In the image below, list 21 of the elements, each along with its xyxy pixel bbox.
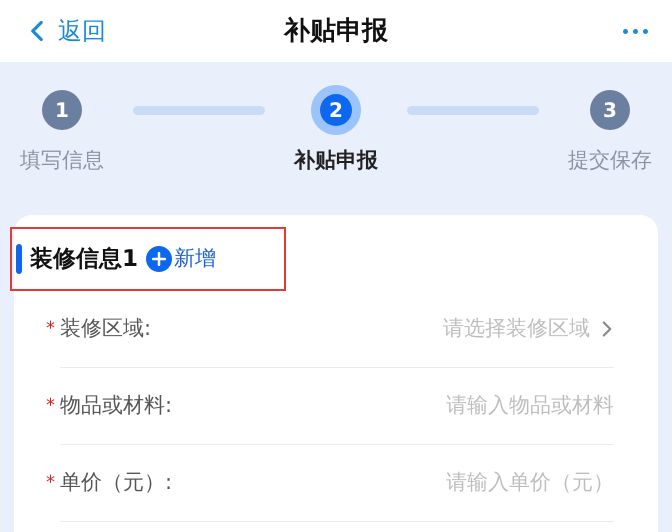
field-label: 物品或材料: (60, 392, 172, 420)
section-title: 装修信息1 (30, 244, 138, 274)
required-mark: * (46, 471, 55, 495)
input-field[interactable]: 请输入物品或材料 (314, 390, 614, 422)
plus-icon (146, 246, 172, 272)
step-marker: 1 (42, 90, 82, 130)
step-marker: 2 (311, 85, 361, 135)
step-label: 提交保存 (568, 147, 652, 174)
add-button[interactable]: 新增 (146, 243, 216, 275)
step-label: 补贴申报 (294, 147, 378, 174)
step-label: 填写信息 (20, 147, 104, 174)
field-label: 装修区域: (60, 315, 152, 342)
page-title: 补贴申报 (284, 14, 388, 48)
step-marker: 3 (590, 90, 630, 130)
required-mark: * (46, 394, 55, 418)
back-button[interactable]: 返回 (20, 13, 106, 49)
accent-bar (16, 244, 22, 274)
input-field[interactable]: 请输入单价（元） (314, 467, 614, 499)
select-field[interactable]: 请选择装修区域 (443, 313, 620, 345)
required-mark: * (46, 317, 55, 341)
field-label: 单价（元）: (60, 469, 172, 496)
